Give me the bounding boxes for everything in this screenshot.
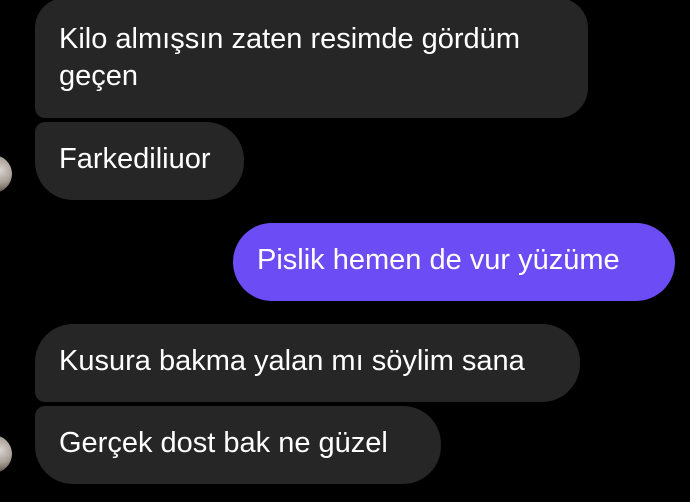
message-text: Gerçek dost bak ne güzel bbox=[59, 427, 388, 459]
sender-avatar[interactable] bbox=[0, 435, 12, 473]
message-text: Farkediliuor bbox=[59, 143, 211, 175]
message-bubble-incoming[interactable]: Farkediliuor bbox=[35, 122, 244, 200]
message-bubble-outgoing[interactable]: Pislik hemen de vur yüzüme bbox=[233, 223, 675, 301]
message-bubble-incoming[interactable]: Kilo almışsın zaten resimde gördüm geçen bbox=[35, 0, 588, 118]
message-bubble-incoming[interactable]: Gerçek dost bak ne güzel bbox=[35, 406, 441, 484]
message-text: Kilo almışsın zaten resimde gördüm geçen bbox=[59, 23, 520, 92]
sender-avatar[interactable] bbox=[0, 155, 12, 193]
message-text: Kusura bakma yalan mı söylim sana bbox=[59, 345, 525, 377]
message-bubble-incoming[interactable]: Kusura bakma yalan mı söylim sana bbox=[35, 324, 580, 402]
chat-thread: Kilo almışsın zaten resimde gördüm geçen… bbox=[0, 0, 690, 502]
message-text: Pislik hemen de vur yüzüme bbox=[257, 244, 620, 276]
